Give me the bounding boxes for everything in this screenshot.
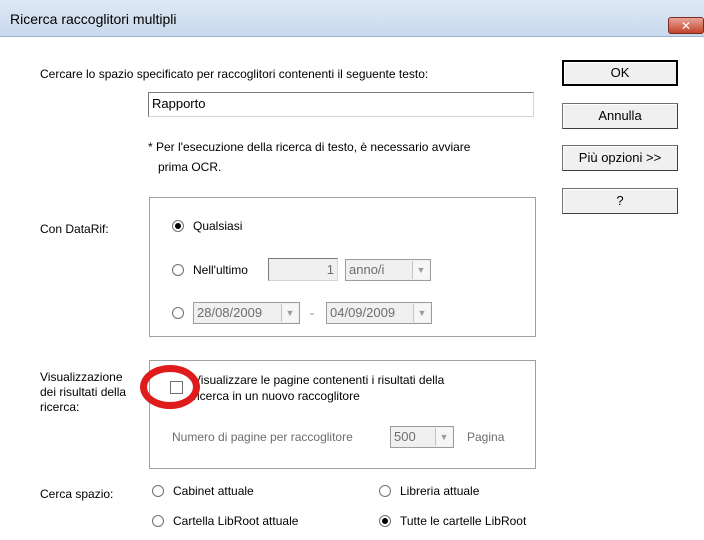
results-label-line1: Visualizzazione xyxy=(40,370,123,384)
radio-cabinet[interactable] xyxy=(152,485,164,497)
more-options-button[interactable]: Più opzioni >> xyxy=(562,145,678,171)
date-from-picker[interactable]: 28/08/2009 ▼ xyxy=(193,302,300,324)
date-from-value: 28/08/2009 xyxy=(197,305,263,320)
date-ref-label: Con DataRif: xyxy=(40,222,109,236)
last-period-value-input[interactable]: 1 xyxy=(268,258,338,281)
pages-per-binder-label: Numero di pagine per raccoglitore xyxy=(172,430,353,444)
pages-per-binder-select[interactable]: 500 ▼ xyxy=(390,426,454,448)
new-binder-checkbox-label-line1: Visualizzare le pagine contenenti i risu… xyxy=(193,373,445,387)
date-to-value: 04/09/2009 xyxy=(330,305,396,320)
results-label-line3: ricerca: xyxy=(40,400,80,414)
close-icon: ✕ xyxy=(680,19,692,33)
radio-library[interactable] xyxy=(379,485,391,497)
ocr-note-line2: prima OCR. xyxy=(158,160,222,174)
cancel-button[interactable]: Annulla xyxy=(562,103,678,129)
search-prompt: Cercare lo spazio specificato per raccog… xyxy=(40,67,429,81)
search-scope-label: Cerca spazio: xyxy=(40,487,114,501)
search-text-input[interactable]: Rapporto xyxy=(148,92,534,117)
ocr-note-line1: * Per l'esecuzione della ricerca di test… xyxy=(148,140,471,154)
radio-any-date-label: Qualsiasi xyxy=(193,219,243,233)
chevron-down-icon: ▼ xyxy=(412,261,429,279)
last-period-unit-value: anno/i xyxy=(349,262,385,277)
radio-all-libroot-label: Tutte le cartelle LibRoot xyxy=(400,514,527,528)
radio-date-range[interactable] xyxy=(172,307,184,319)
radio-libroot-folder[interactable] xyxy=(152,515,164,527)
new-binder-checkbox-label-line2: ricerca in un nuovo raccoglitore xyxy=(193,389,360,403)
date-range-separator: - xyxy=(310,306,314,320)
last-period-unit-select[interactable]: anno/i ▼ xyxy=(345,259,431,281)
chevron-down-icon: ▼ xyxy=(413,304,430,322)
search-text-value: Rapporto xyxy=(152,96,206,111)
date-to-picker[interactable]: 04/09/2009 ▼ xyxy=(326,302,432,324)
ok-button[interactable]: OK xyxy=(562,60,678,86)
last-period-value: 1 xyxy=(326,262,334,277)
dialog-body: Cercare lo spazio specificato per raccog… xyxy=(0,37,704,540)
help-button[interactable]: ? xyxy=(562,188,678,214)
chevron-down-icon: ▼ xyxy=(435,428,452,446)
pages-per-binder-value: 500 xyxy=(394,429,416,444)
chevron-down-icon: ▼ xyxy=(281,304,298,322)
radio-cabinet-label: Cabinet attuale xyxy=(173,484,254,498)
annotation-circle xyxy=(140,365,200,409)
window-title: Ricerca raccoglitori multipli xyxy=(10,11,177,27)
results-label-line2: dei risultati della xyxy=(40,385,127,399)
radio-any-date[interactable] xyxy=(172,220,184,232)
radio-libroot-folder-label: Cartella LibRoot attuale xyxy=(173,514,299,528)
dialog-window: Ricerca raccoglitori multipli ✕ Cercare … xyxy=(0,0,704,540)
title-bar: Ricerca raccoglitori multipli ✕ xyxy=(0,0,704,37)
radio-last-period-label: Nell'ultimo xyxy=(193,263,248,277)
close-button[interactable]: ✕ xyxy=(668,17,704,34)
pages-unit-label: Pagina xyxy=(467,430,505,444)
radio-library-label: Libreria attuale xyxy=(400,484,480,498)
radio-last-period[interactable] xyxy=(172,264,184,276)
radio-all-libroot[interactable] xyxy=(379,515,391,527)
